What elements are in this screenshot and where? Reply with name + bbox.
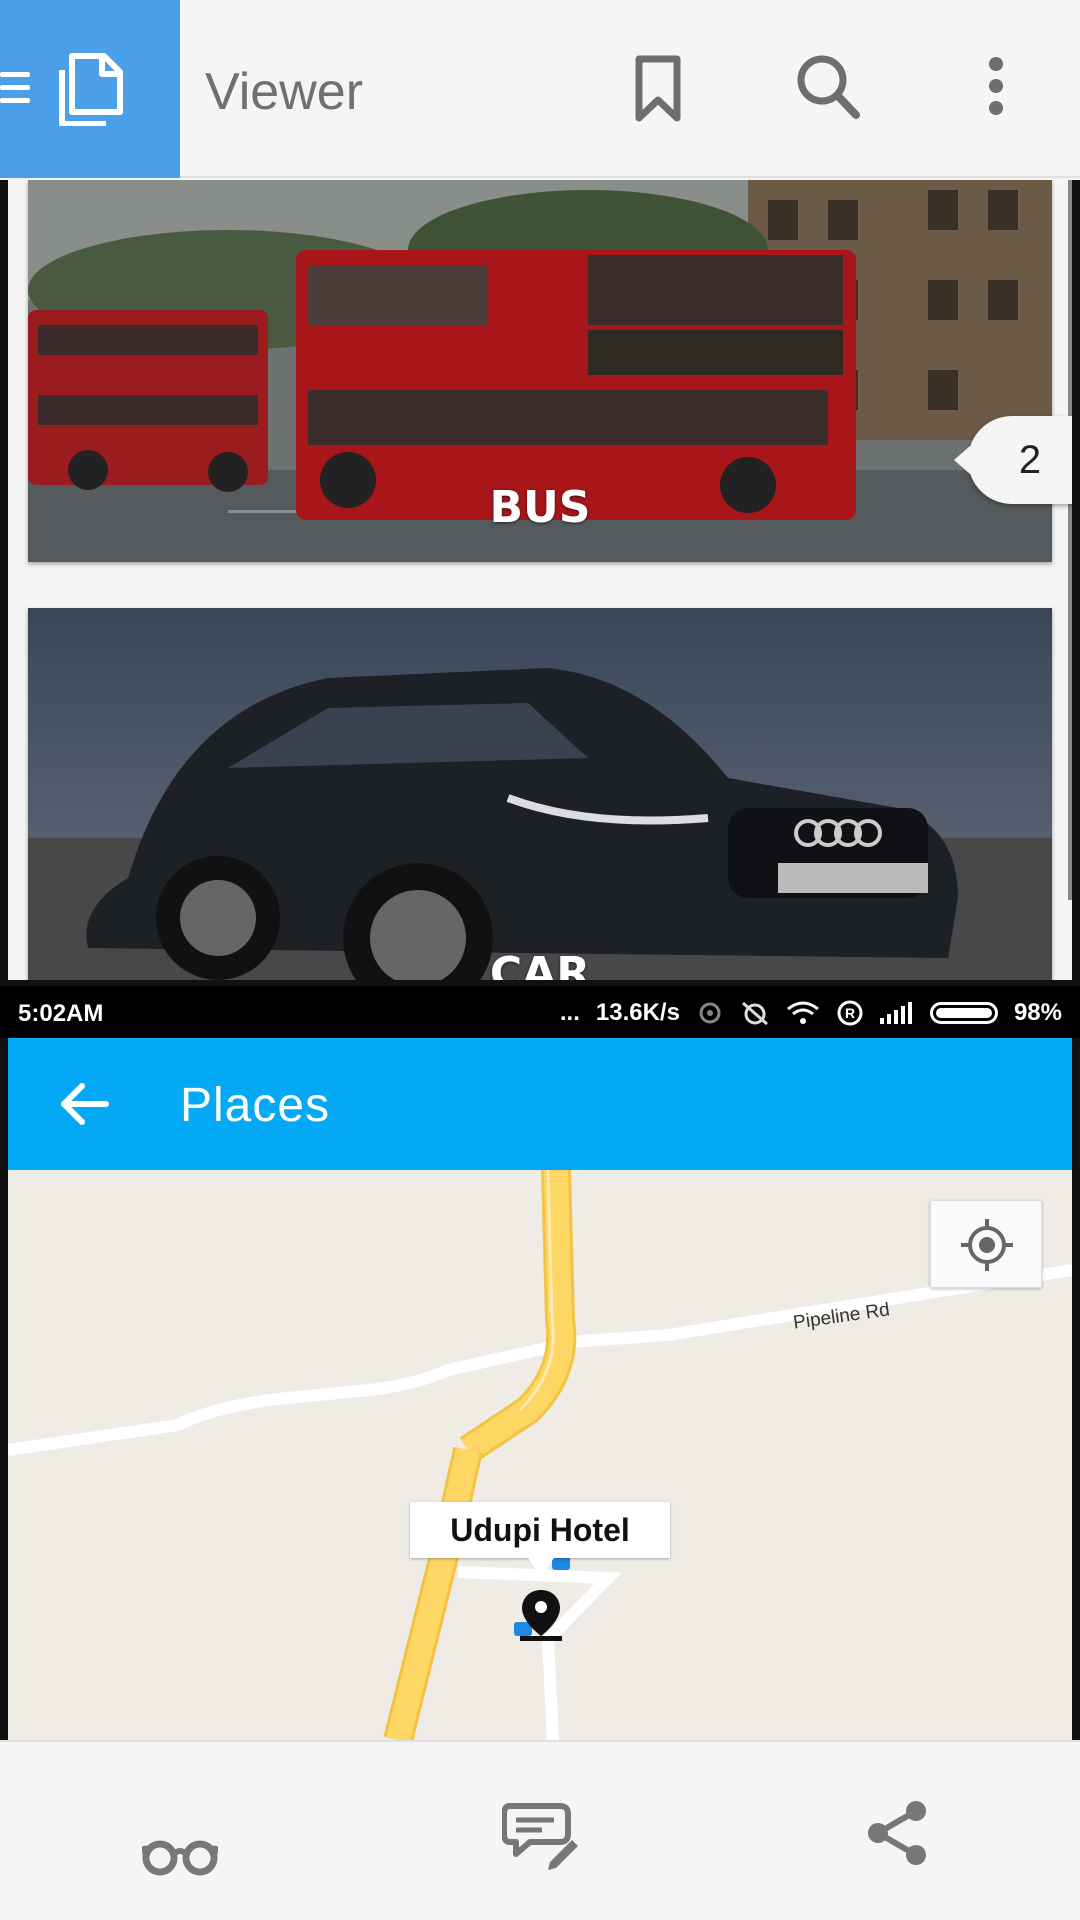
roaming-icon: R: [837, 1000, 863, 1026]
places-app-bar: Places: [8, 1038, 1072, 1170]
my-location-button[interactable]: [930, 1200, 1042, 1288]
bottom-toolbar: [0, 1740, 1080, 1920]
car-card[interactable]: CAR: [28, 608, 1052, 980]
my-location-icon[interactable]: [961, 1219, 1013, 1271]
share-icon[interactable]: [866, 1800, 928, 1866]
bus-caption: BUS: [489, 482, 591, 533]
viewer-title: Viewer: [205, 63, 364, 121]
marker-info-window[interactable]: Udupi Hotel: [410, 1502, 670, 1576]
car-caption: CAR: [489, 948, 591, 980]
map-view[interactable]: Pipeline Rd Udupi Hotel: [8, 1170, 1072, 1740]
status-icons: ... 13.6K/s R 98%: [560, 999, 1062, 1027]
map-marker-icon[interactable]: [516, 1588, 566, 1644]
status-time: 5:02AM: [18, 1000, 104, 1027]
page-number-badge[interactable]: 2: [954, 416, 1072, 504]
reading-glasses-icon[interactable]: [142, 1834, 218, 1876]
viewer-nav-button[interactable]: [0, 0, 180, 178]
frame-border-left: [0, 1038, 8, 1740]
frame-border-right: [1072, 1038, 1080, 1740]
wifi-icon: [787, 1001, 819, 1024]
alarm-off-icon: [741, 1001, 768, 1026]
car-photo: [28, 608, 1052, 980]
bookmark-icon[interactable]: [634, 54, 682, 124]
scrollbar[interactable]: [1068, 180, 1072, 900]
battery-percent: 98%: [1013, 999, 1062, 1026]
battery-icon: [929, 1002, 998, 1024]
document-view[interactable]: BUS CAR 2: [0, 180, 1080, 980]
screen: Viewer BUS CAR 2 5:02AM ... 13.6K/s R 98…: [0, 0, 1080, 1920]
signal-icon: [879, 1002, 912, 1024]
hotspot-icon: [699, 1002, 721, 1024]
status-dots: ...: [559, 999, 580, 1026]
bus-card[interactable]: BUS: [28, 180, 1052, 562]
map-roads: [8, 1170, 1072, 1740]
svg-text:R: R: [845, 1005, 855, 1021]
viewer-app-bar: Viewer: [0, 0, 1080, 178]
network-speed: 13.6K/s: [595, 999, 680, 1026]
document-icon[interactable]: [58, 52, 124, 126]
comment-edit-icon[interactable]: [502, 1800, 578, 1872]
search-icon[interactable]: [796, 54, 860, 120]
back-arrow-icon[interactable]: [58, 1082, 110, 1126]
status-bar: 5:02AM ... 13.6K/s R 98%: [0, 986, 1080, 1038]
menu-icon[interactable]: [0, 72, 30, 111]
more-vert-icon[interactable]: [986, 54, 1006, 118]
places-title: Places: [180, 1079, 331, 1132]
